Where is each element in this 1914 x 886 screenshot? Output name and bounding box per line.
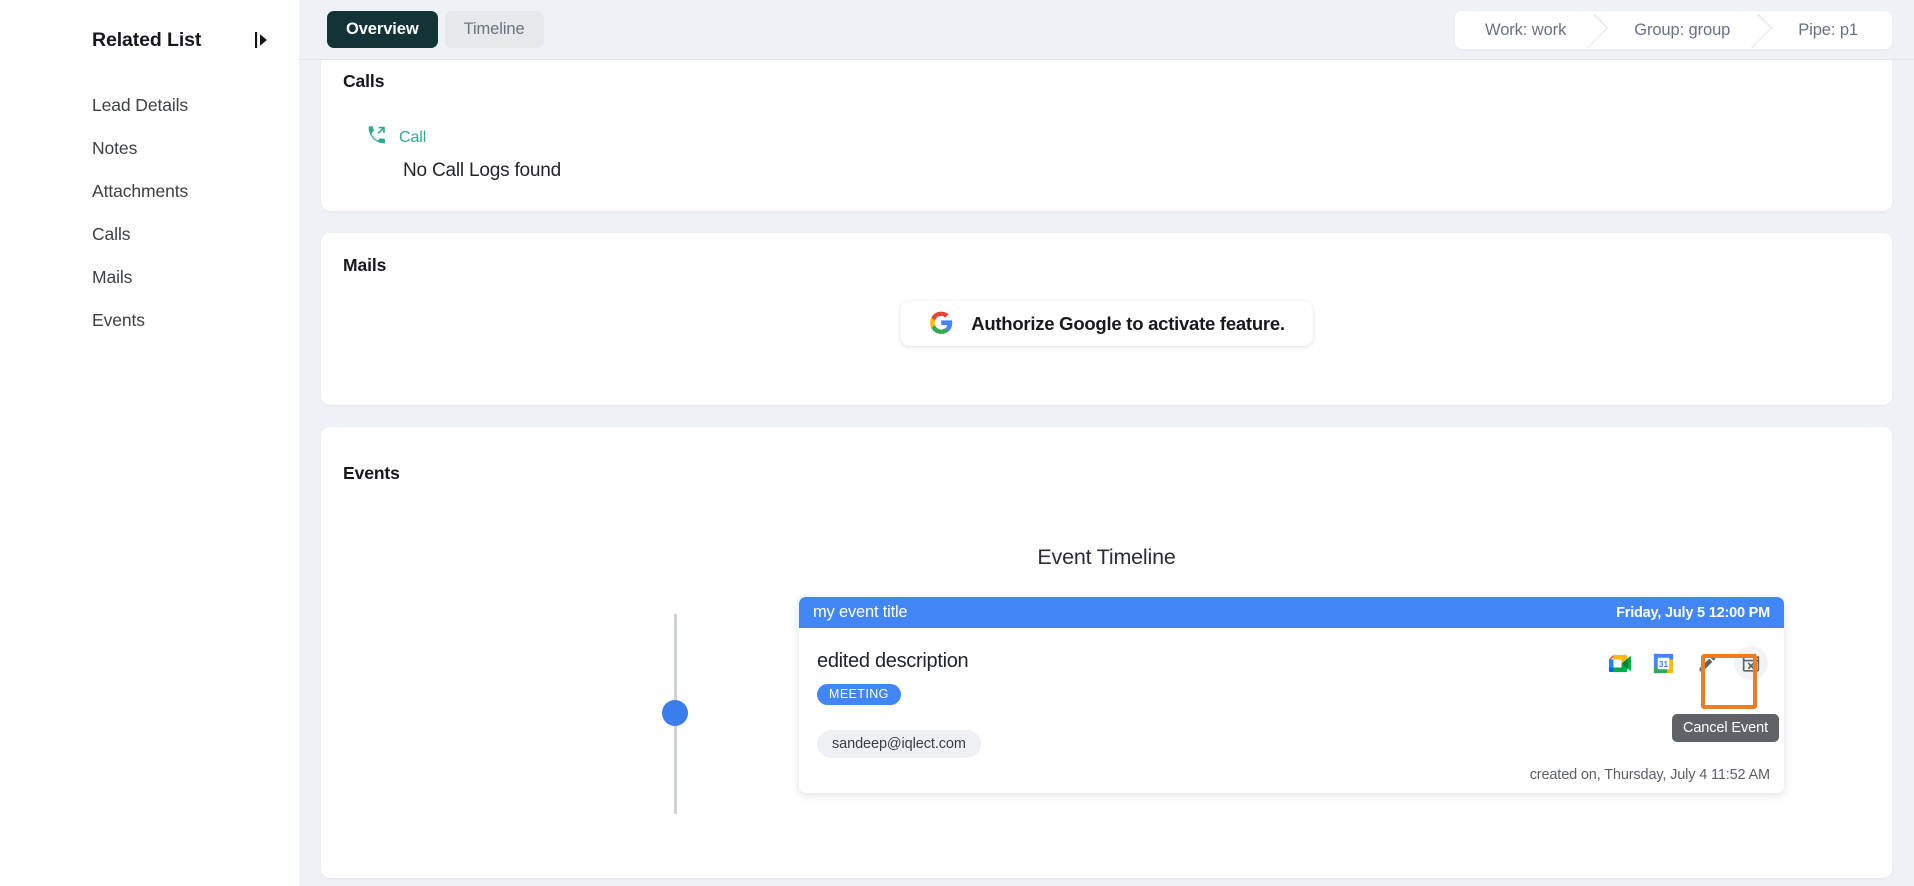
topbar: Overview Timeline Work: work Group: grou… <box>299 0 1914 60</box>
sidebar-header: Related List <box>0 18 299 62</box>
timeline-marker-dot[interactable] <box>662 700 688 726</box>
sidebar-item-label: Notes <box>92 138 138 158</box>
event-type-badge: MEETING <box>817 684 901 705</box>
authorize-google-button[interactable]: Authorize Google to activate feature. <box>900 301 1313 346</box>
phone-outgoing-icon <box>366 125 387 151</box>
sidebar-item-label: Mails <box>92 267 133 287</box>
sidebar-item-mails[interactable]: Mails <box>0 256 299 299</box>
sidebar-item-notes[interactable]: Notes <box>0 127 299 170</box>
sidebar-item-label: Calls <box>92 224 131 244</box>
mails-section-title: Mails <box>343 255 387 275</box>
sidebar: Related List Lead Details Notes Attachme… <box>0 0 299 886</box>
sidebar-item-label: Lead Details <box>92 95 189 115</box>
calendar-cancel-icon[interactable] <box>1734 646 1768 680</box>
call-action-link[interactable]: Call <box>366 125 426 151</box>
event-timeline: my event title Friday, July 5 12:00 PM e… <box>321 597 1892 827</box>
google-g-icon <box>928 310 953 338</box>
content-scroll-area[interactable]: Calls Call No Call Logs found Mails Auth… <box>299 60 1914 886</box>
event-attendee-pill: sandeep@iqlect.com <box>817 730 981 758</box>
google-calendar-icon[interactable]: 31 <box>1646 646 1680 680</box>
view-tabs: Overview Timeline <box>327 11 544 48</box>
tab-timeline[interactable]: Timeline <box>444 11 544 48</box>
calls-section-title: Calls <box>343 71 385 91</box>
svg-text:31: 31 <box>1658 659 1668 668</box>
event-created-on: created on, Thursday, July 4 11:52 AM <box>1529 767 1770 783</box>
sidebar-title: Related List <box>92 28 202 51</box>
sidebar-nav: Lead Details Notes Attachments Calls Mai… <box>0 84 299 342</box>
sidebar-item-events[interactable]: Events <box>0 299 299 342</box>
breadcrumb-item-work[interactable]: Work: work <box>1455 11 1600 49</box>
event-title: my event title <box>813 603 908 621</box>
events-section-title: Events <box>343 463 400 483</box>
main-panel: Overview Timeline Work: work Group: grou… <box>299 0 1914 886</box>
mails-card: Mails Authorize Google to activate featu… <box>321 233 1892 405</box>
cancel-event-tooltip: Cancel Event <box>1671 714 1779 742</box>
event-timeline-heading: Event Timeline <box>1037 545 1176 569</box>
authorize-google-label: Authorize Google to activate feature. <box>971 312 1285 334</box>
sidebar-item-label: Attachments <box>92 181 189 201</box>
breadcrumb-item-group[interactable]: Group: group <box>1600 11 1764 49</box>
panel-expand-icon[interactable] <box>251 27 273 53</box>
events-card: Events Event Timeline my event title Fri… <box>321 427 1892 878</box>
calls-empty-message: No Call Logs found <box>403 160 562 181</box>
tab-overview[interactable]: Overview <box>327 11 438 48</box>
app-root: Related List Lead Details Notes Attachme… <box>0 0 1914 886</box>
call-link-label: Call <box>399 129 427 146</box>
breadcrumb-item-pipe[interactable]: Pipe: p1 <box>1764 11 1892 49</box>
calls-card: Calls Call No Call Logs found <box>321 60 1892 211</box>
pencil-edit-icon[interactable] <box>1690 646 1724 680</box>
event-item-card: my event title Friday, July 5 12:00 PM e… <box>799 597 1784 793</box>
sidebar-item-lead-details[interactable]: Lead Details <box>0 84 299 127</box>
sidebar-item-calls[interactable]: Calls <box>0 213 299 256</box>
sidebar-item-label: Events <box>92 310 145 330</box>
event-action-buttons: 31 Cancel Event <box>1602 646 1779 742</box>
event-datetime: Friday, July 5 12:00 PM <box>1616 604 1770 621</box>
breadcrumb: Work: work Group: group Pipe: p1 <box>1455 11 1892 49</box>
event-card-header: my event title Friday, July 5 12:00 PM <box>799 597 1784 628</box>
google-meet-icon[interactable] <box>1602 646 1636 680</box>
event-card-body: edited description MEETING sandeep@iqlec… <box>799 628 1784 793</box>
sidebar-item-attachments[interactable]: Attachments <box>0 170 299 213</box>
